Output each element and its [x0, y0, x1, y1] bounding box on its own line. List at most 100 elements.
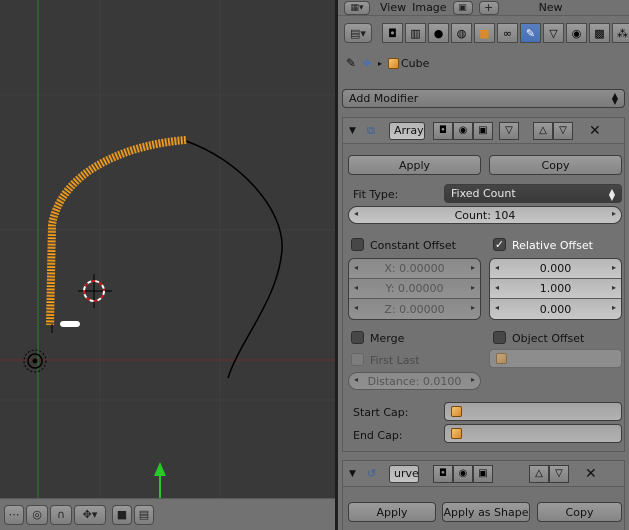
- viewport-header: ⋯ ◎ ∩ ✥▾ ■ ▤: [0, 498, 335, 530]
- menu-image[interactable]: Image: [412, 1, 446, 14]
- collapse-icon[interactable]: ▼: [349, 469, 363, 479]
- constraints-tab-icon[interactable]: ∞: [497, 23, 518, 43]
- render-tab-icon[interactable]: ◘: [382, 23, 403, 43]
- 3d-cursor-icon: [78, 274, 112, 308]
- constant-y-text: Y: 0.00000: [385, 282, 444, 295]
- increment-icon[interactable]: ▸: [612, 209, 616, 218]
- pin-icon[interactable]: ✎: [346, 56, 356, 70]
- copy-button[interactable]: Copy: [489, 155, 622, 175]
- relative-offset-checkbox[interactable]: ✓: [493, 238, 506, 251]
- breadcrumb-object-name: Cube: [400, 56, 430, 70]
- merge-checkbox[interactable]: [351, 331, 364, 344]
- eye-icon[interactable]: ◉: [453, 121, 473, 140]
- constant-offset-checkbox[interactable]: [351, 238, 364, 251]
- constant-x-field[interactable]: ◂ X: 0.00000 ▸: [349, 259, 480, 279]
- snap-icon[interactable]: ∩: [50, 504, 72, 525]
- viewport-canvas[interactable]: [0, 0, 335, 498]
- distance-field[interactable]: ◂ Distance: 0.0100 ▸: [348, 372, 481, 390]
- array-modifier-panel: ▼ ⧉ Array ◘ ◉ ▣ ▽ △ ▽ ✕ Apply Copy Fit T…: [342, 117, 625, 452]
- data-tab-icon[interactable]: ▽: [543, 23, 564, 43]
- curve-apply-label: Apply: [376, 505, 408, 519]
- relative-offset-fields[interactable]: ◂ 0.000 ▸ ◂ 1.000 ▸ ◂ 0.000 ▸: [489, 258, 622, 320]
- camera-icon[interactable]: ◘: [433, 464, 453, 483]
- particles-tab-icon[interactable]: ⁂: [612, 23, 629, 43]
- wrench-icon[interactable]: ✎: [520, 23, 541, 43]
- eye-icon[interactable]: ◉: [453, 464, 473, 483]
- updown-arrows-icon: ▲ ▼: [611, 91, 618, 106]
- render-layers-tab-icon[interactable]: ▥: [405, 23, 426, 43]
- cube-icon: [451, 406, 462, 417]
- world-tab-icon[interactable]: ◍: [451, 23, 472, 43]
- curve-apply-button[interactable]: Apply: [348, 502, 436, 522]
- 3d-viewport[interactable]: ⋯ ◎ ∩ ✥▾ ■ ▤: [0, 0, 335, 530]
- properties-editor: ▦▾ View Image ▣ + New ▤▾ ◘ ▥ ● ◍ ■ ∞ ✎ ▽…: [338, 0, 629, 530]
- relative-x-field[interactable]: ◂ 0.000 ▸: [490, 259, 621, 279]
- first-last-checkbox[interactable]: [351, 353, 364, 366]
- material-tab-icon[interactable]: ◉: [566, 23, 587, 43]
- move-up-icon[interactable]: △: [529, 464, 549, 483]
- count-text: Count: 104: [454, 208, 516, 222]
- menu-view[interactable]: View: [380, 1, 406, 14]
- editor-menu-icon[interactable]: ▤▾: [344, 23, 372, 43]
- cube-icon: [496, 353, 507, 364]
- move-up-icon[interactable]: △: [533, 121, 553, 140]
- curve-modifier-panel: ▼ ↺ urve ◘ ◉ ▣ △ ▽ ✕ Apply Apply as Shap…: [342, 460, 625, 530]
- texture-tab-icon[interactable]: ▩: [589, 23, 610, 43]
- end-cap-label: End Cap:: [353, 429, 403, 442]
- breadcrumb: ✎ ❖ ▸ Cube: [346, 53, 429, 73]
- close-icon[interactable]: ✕: [589, 123, 601, 139]
- add-modifier-label: Add Modifier: [349, 92, 419, 105]
- plus-icon[interactable]: +: [478, 0, 499, 15]
- decrement-icon[interactable]: ◂: [354, 209, 358, 218]
- close-icon[interactable]: ✕: [585, 466, 597, 482]
- transform-icon[interactable]: ✥▾: [74, 504, 106, 525]
- relative-y-field[interactable]: ◂ 1.000 ▸: [490, 279, 621, 299]
- constant-y-field[interactable]: ◂ Y: 0.00000 ▸: [349, 279, 480, 299]
- move-down-icon[interactable]: ▽: [553, 121, 573, 140]
- apply-as-shape-button[interactable]: Apply as Shape: [442, 502, 530, 522]
- camera-icon[interactable]: ◘: [433, 121, 453, 140]
- relative-offset-label: Relative Offset: [512, 239, 593, 252]
- curve-copy-button[interactable]: Copy: [537, 502, 622, 522]
- pivot-icon[interactable]: ⋯: [4, 504, 24, 525]
- camera-icon[interactable]: ■: [112, 504, 132, 525]
- edit-mode-icon[interactable]: ▣: [473, 121, 493, 140]
- shading-icon[interactable]: ◎: [26, 504, 48, 525]
- image-browse-icon[interactable]: ▣: [452, 0, 473, 15]
- end-cap-field[interactable]: [444, 424, 622, 443]
- constant-x-text: X: 0.00000: [384, 262, 445, 275]
- relative-z-field[interactable]: ◂ 0.000 ▸: [490, 299, 621, 319]
- viewport-grid: [0, 0, 335, 498]
- apply-label: Apply: [398, 158, 431, 172]
- apply-button[interactable]: Apply: [348, 155, 481, 175]
- curve-copy-label: Copy: [565, 505, 594, 519]
- scene-tab-icon[interactable]: ●: [428, 23, 449, 43]
- count-field[interactable]: ◂ Count: 104 ▸: [348, 206, 622, 224]
- object-offset-checkbox[interactable]: [493, 331, 506, 344]
- decrement-icon[interactable]: ◂: [354, 375, 358, 384]
- object-tab-icon[interactable]: ■: [474, 23, 495, 43]
- relative-x-text: 0.000: [539, 262, 572, 275]
- cube-icon: [387, 57, 399, 69]
- constant-z-field[interactable]: ◂ Z: 0.00000 ▸: [349, 299, 480, 319]
- new-image-button[interactable]: New: [539, 1, 563, 14]
- increment-icon[interactable]: ▸: [471, 375, 475, 384]
- constant-offset-fields[interactable]: ◂ X: 0.00000 ▸ ◂ Y: 0.00000 ▸ ◂ Z: 0.00000 ▸: [348, 258, 481, 320]
- vertex-icon[interactable]: ▽: [499, 121, 519, 140]
- apply-as-shape-label: Apply as Shape: [443, 505, 529, 519]
- add-modifier-menu[interactable]: Add Modifier ▲ ▼: [342, 89, 625, 108]
- offset-object-field[interactable]: [489, 349, 622, 368]
- distance-text: Distance: 0.0100: [367, 374, 462, 388]
- array-name-field[interactable]: Array: [389, 121, 425, 140]
- edit-mode-icon[interactable]: ▣: [473, 464, 493, 483]
- merge-label: Merge: [370, 332, 405, 345]
- collapse-icon[interactable]: ▼: [349, 126, 363, 136]
- clapper-icon[interactable]: ▤: [134, 504, 154, 525]
- curve-name-field[interactable]: urve: [389, 464, 419, 483]
- move-down-icon[interactable]: ▽: [549, 464, 569, 483]
- editor-type-icon[interactable]: ▦▾: [344, 0, 370, 15]
- curve-name: urve: [394, 467, 419, 480]
- fit-type-select[interactable]: Fixed Count ▲ ▼: [444, 184, 622, 203]
- curve-path: [185, 140, 283, 379]
- start-cap-field[interactable]: [444, 402, 622, 421]
